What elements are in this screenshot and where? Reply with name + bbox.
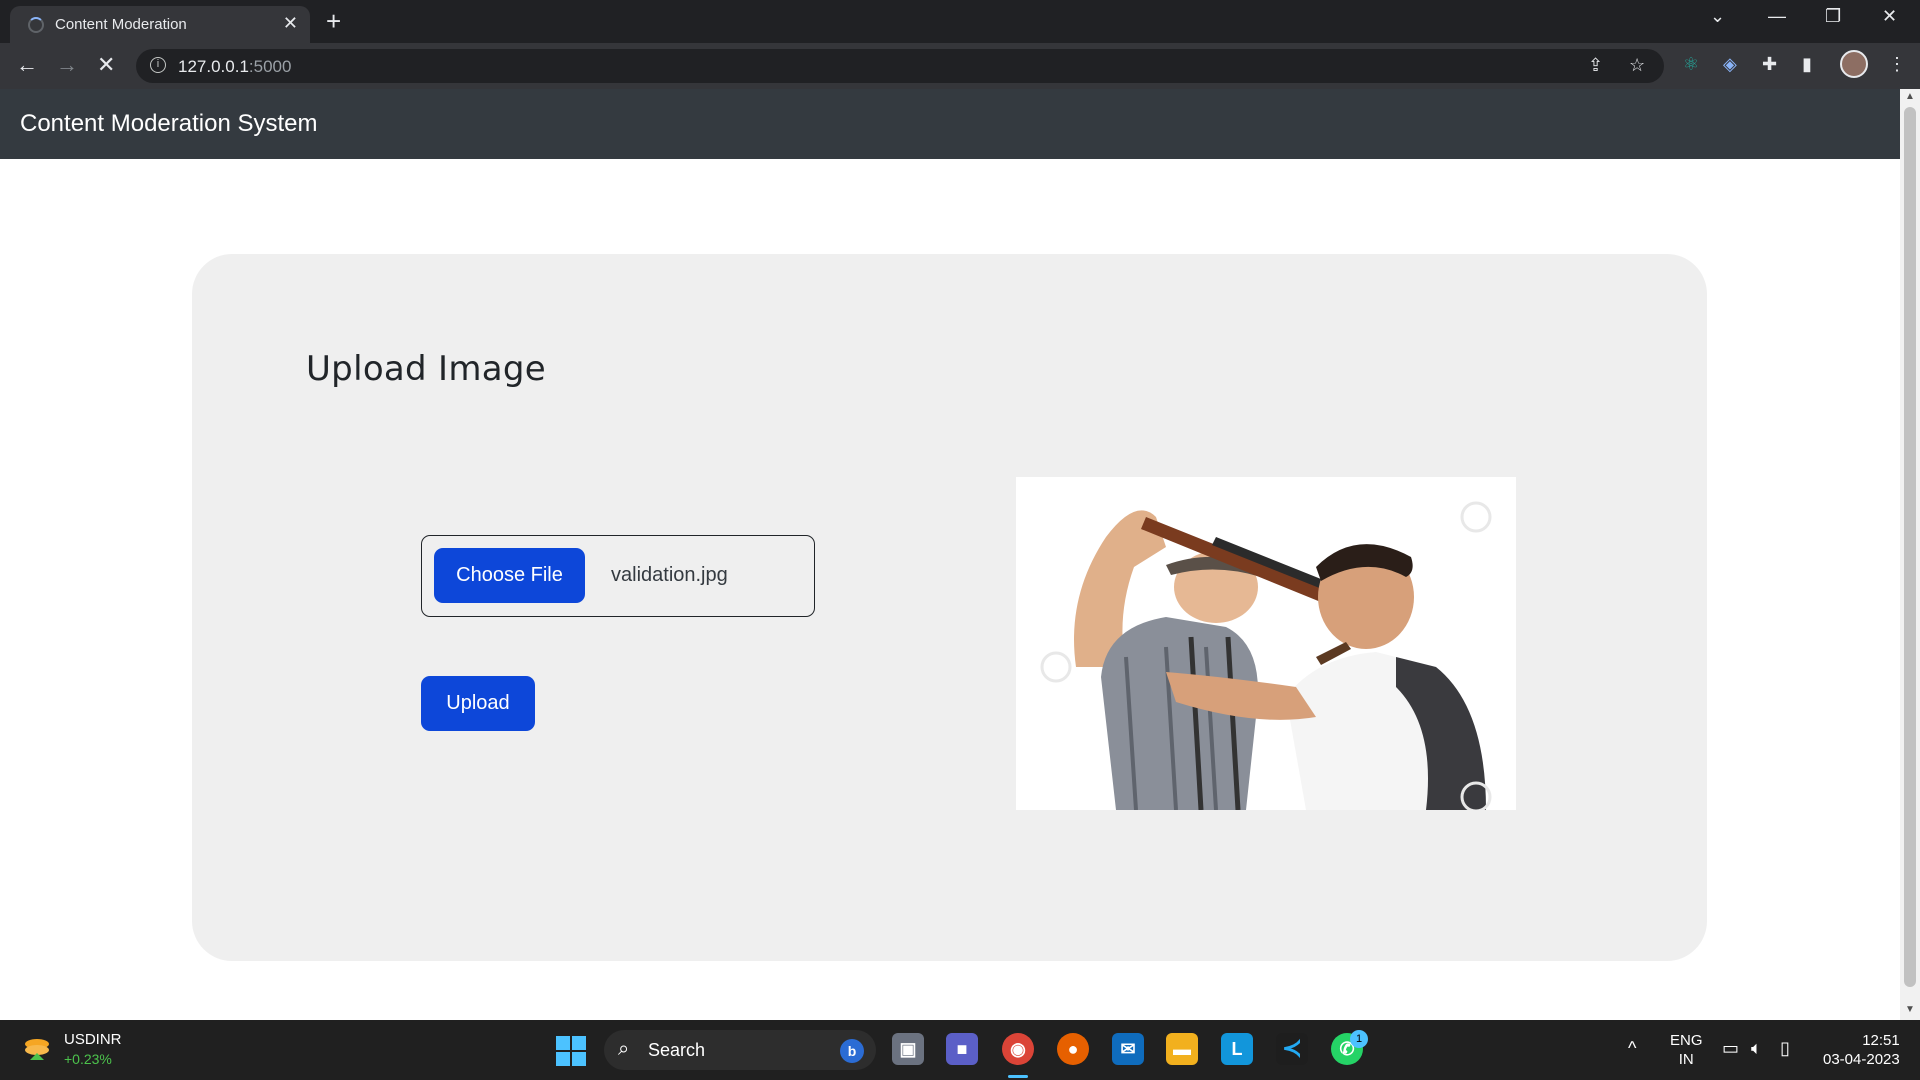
taskbar-search[interactable]: ⌕ Search b xyxy=(604,1030,876,1070)
loading-spinner-icon xyxy=(28,17,44,33)
stop-loading-icon[interactable]: ✕ xyxy=(97,52,115,78)
extension-diamond-icon[interactable]: ◈ xyxy=(1723,54,1737,75)
currency-coins-icon[interactable] xyxy=(22,1034,52,1064)
scroll-down-icon[interactable]: ▼ xyxy=(1905,1004,1915,1015)
file-explorer-icon[interactable]: ▬ xyxy=(1166,1033,1198,1065)
scrollbar-thumb[interactable] xyxy=(1904,107,1916,987)
mail-icon[interactable]: ✉ xyxy=(1112,1033,1144,1065)
ticker-name: USDINR xyxy=(64,1031,122,1048)
selected-file-name: validation.jpg xyxy=(611,564,728,586)
top-navbar: Content Moderation System xyxy=(0,89,1900,159)
close-tab-icon[interactable]: ✕ xyxy=(283,13,298,34)
app-l-icon[interactable]: L xyxy=(1221,1033,1253,1065)
page-title: Upload Image xyxy=(306,349,547,389)
chrome-icon[interactable]: ◉ xyxy=(1002,1033,1034,1065)
clock[interactable]: 12:51 03-04-2023 xyxy=(1823,1031,1900,1069)
bookmark-star-icon[interactable]: ☆ xyxy=(1629,55,1645,76)
browser-tab-bar: Content Moderation ✕ + ⌄ — ❐ ✕ xyxy=(0,0,1920,43)
close-window-icon[interactable]: ✕ xyxy=(1882,6,1897,27)
vscode-icon[interactable]: ≺ xyxy=(1276,1033,1308,1065)
language-code: ENG xyxy=(1670,1032,1703,1049)
clock-date: 03-04-2023 xyxy=(1823,1051,1900,1068)
network-icon[interactable]: ▭ xyxy=(1722,1038,1739,1059)
browser-tab[interactable]: Content Moderation ✕ xyxy=(10,6,310,43)
preview-photo xyxy=(1016,477,1516,810)
share-icon[interactable]: ⇪ xyxy=(1588,55,1603,76)
task-view-icon[interactable]: ▣ xyxy=(892,1033,924,1065)
browser-toolbar: ← → ✕ i 127.0.0.1:5000 ⇪ ☆ ⚛ ◈ ✚ ▮ ⋮ xyxy=(0,43,1920,89)
volume-muted-icon[interactable]: 🔈︎ xyxy=(1751,1038,1762,1059)
forward-icon[interactable]: → xyxy=(56,52,78,78)
bing-icon[interactable]: b xyxy=(840,1039,864,1063)
clock-time: 12:51 xyxy=(1862,1032,1900,1049)
whatsapp-notification-badge: 1 xyxy=(1350,1030,1368,1048)
new-tab-icon[interactable]: + xyxy=(326,6,341,37)
restore-icon[interactable]: ❐ xyxy=(1825,6,1841,27)
ticker-change: +0.23% xyxy=(64,1051,112,1067)
extension-react-icon[interactable]: ⚛ xyxy=(1683,54,1699,75)
side-panel-icon[interactable]: ▮ xyxy=(1802,54,1812,75)
back-icon[interactable]: ← xyxy=(16,52,38,78)
language-indicator[interactable]: ENG IN xyxy=(1670,1031,1703,1069)
url-text: 127.0.0.1:5000 xyxy=(178,57,292,76)
search-icon: ⌕ xyxy=(618,1038,630,1060)
site-info-icon[interactable]: i xyxy=(150,57,166,73)
region-code: IN xyxy=(1678,1051,1694,1068)
battery-icon[interactable]: ▯ xyxy=(1780,1038,1790,1059)
scroll-up-icon[interactable]: ▲ xyxy=(1905,91,1915,102)
tab-title: Content Moderation xyxy=(55,16,187,33)
firefox-icon[interactable]: ● xyxy=(1057,1033,1089,1065)
windows-start-icon[interactable] xyxy=(556,1036,586,1066)
page-scrollbar[interactable]: ▲ ▼ xyxy=(1900,89,1920,1020)
minimize-icon[interactable]: — xyxy=(1768,6,1786,27)
menu-kebab-icon[interactable]: ⋮ xyxy=(1888,54,1906,75)
navbar-brand[interactable]: Content Moderation System xyxy=(20,110,317,138)
show-hidden-icons-chevron-icon[interactable]: ^ xyxy=(1628,1038,1636,1059)
search-label: Search xyxy=(648,1040,706,1060)
image-preview xyxy=(1016,477,1516,810)
address-bar[interactable]: i 127.0.0.1:5000 ⇪ ☆ xyxy=(136,49,1664,83)
page-viewport: Content Moderation System Upload Image C… xyxy=(0,89,1900,1020)
tab-search-chevron-icon[interactable]: ⌄ xyxy=(1710,6,1725,27)
active-app-indicator xyxy=(1008,1075,1028,1078)
windows-taskbar: USDINR +0.23% ⌕ Search b ▣ ■ ◉ ● ✉ ▬ L ≺… xyxy=(0,1020,1920,1080)
profile-avatar[interactable] xyxy=(1840,50,1868,78)
teams-chat-icon[interactable]: ■ xyxy=(946,1033,978,1065)
upload-card: Upload Image Choose File validation.jpg … xyxy=(192,254,1707,961)
upload-button[interactable]: Upload xyxy=(421,676,535,731)
extensions-puzzle-icon[interactable]: ✚ xyxy=(1762,54,1777,75)
choose-file-button[interactable]: Choose File xyxy=(434,548,585,603)
file-input[interactable]: Choose File validation.jpg xyxy=(421,535,815,617)
